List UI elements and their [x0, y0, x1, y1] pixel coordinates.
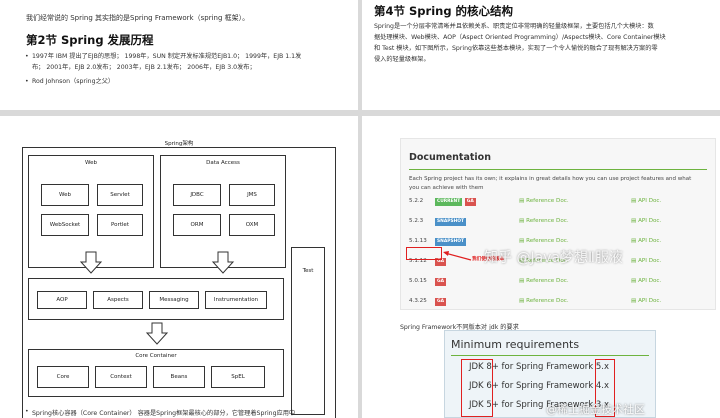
para-line: 侵入的轻量级框架。 — [374, 56, 430, 63]
bullet-line: 布； 2001年，EJB 2.0发布； 2003年，EJB 2.1发布； 200… — [32, 64, 256, 71]
module-core: Core — [37, 366, 89, 388]
para-line: 据处理模块、Web模块、AOP（Aspect Oriented Programm… — [374, 34, 666, 41]
documentation-panel: Documentation Each Spring project has it… — [400, 138, 716, 310]
bullet-line: 1997年 IBM 提出了EJB的思想； 1998年，SUN 制定开发标准规范E… — [32, 53, 302, 60]
watermark-juejin: @稀土掘金技术社区 — [546, 403, 645, 416]
section-heading-core-structure: 第4节 Spring 的核心结构 — [374, 4, 514, 18]
highlight-arrow — [443, 251, 472, 261]
module-aspects: Aspects — [93, 291, 143, 309]
test-module: Test — [291, 247, 325, 415]
bullet-rod-johnson: Rod Johnson（spring之父） — [25, 76, 350, 87]
test-module-label: Test — [302, 268, 314, 274]
module-instrumentation: Instrumentation — [205, 291, 267, 309]
page-spring-history: 我们经常说的 Spring 其实指的是Spring Framework（spri… — [0, 0, 358, 110]
module-messaging: Messaging — [149, 291, 199, 309]
arrow-down-core — [145, 322, 169, 345]
module-context: Context — [95, 366, 147, 388]
core-container-title: Core Container — [135, 353, 177, 359]
aop-layer: AOP Aspects Messaging Instrumentation — [28, 278, 284, 320]
page-spring-core-structure: 第4节 Spring 的核心结构 Spring是一个分层非常清晰并且依赖关系、职… — [362, 0, 720, 110]
page-spring-versions: Documentation Each Spring project has it… — [362, 116, 720, 418]
arrow-down-data-access — [211, 251, 235, 274]
para-line: Spring是一个分层非常清晰并且依赖关系、职责定位非常明确的轻量级框架，主要包… — [374, 23, 654, 30]
core-container-group: Core Container Core Context Beans SpEL — [28, 349, 284, 397]
minimum-requirements-title: Minimum requirements — [451, 338, 580, 351]
module-spel: SpEL — [211, 366, 265, 388]
bullet-ejb-history: 1997年 IBM 提出了EJB的思想； 1998年，SUN 制定开发标准规范E… — [25, 51, 350, 73]
module-aop: AOP — [37, 291, 87, 309]
para-line: 和 Test 模块，如下图所示，Spring依靠这些基本模块，实现了一个令人愉悦… — [374, 45, 658, 52]
minimum-requirements-divider — [451, 355, 649, 356]
page-spring-architecture: Spring架构 Web Web Servlet WebSocket Portl… — [0, 116, 358, 418]
watermark-zhihu: 知乎 @Java梦想Ⅱ服液 — [484, 250, 623, 266]
section-heading-history: 第2节 Spring 发展历程 — [26, 33, 154, 47]
core-container-caption: Spring核心容器（Core Container） 容器是Spring框架最核… — [25, 408, 295, 417]
intro-text: 我们经常说的 Spring 其实指的是Spring Framework（spri… — [26, 14, 250, 22]
highlight-box-jdk — [461, 359, 493, 417]
module-beans: Beans — [153, 366, 205, 388]
core-structure-paragraph: Spring是一个分层非常清晰并且依赖关系、职责定位非常明确的轻量级框架，主要包… — [374, 21, 708, 65]
arrow-down-web — [79, 251, 103, 274]
